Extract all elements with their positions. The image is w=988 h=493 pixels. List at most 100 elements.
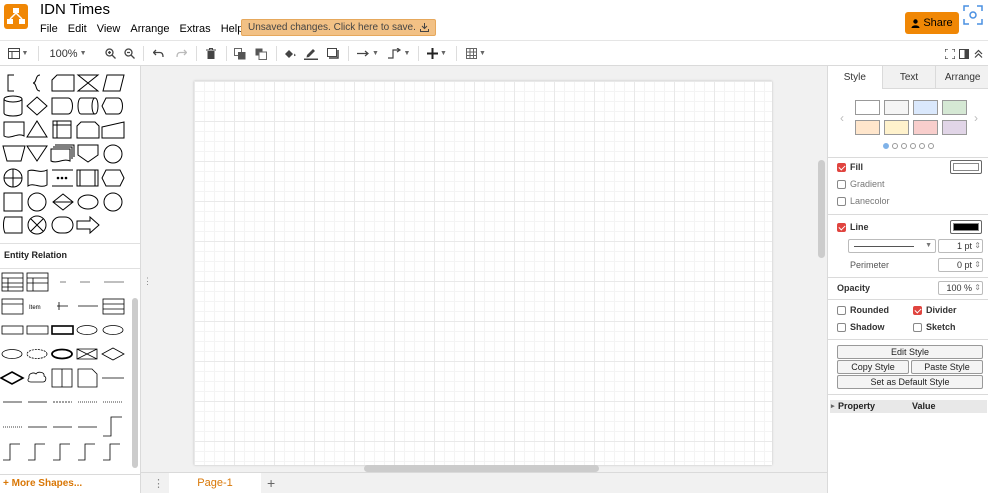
menu-file[interactable]: File (40, 22, 58, 36)
list-shape[interactable] (1, 298, 24, 315)
to-back-button[interactable] (254, 45, 268, 62)
insert-button[interactable]: ▼ (425, 45, 449, 62)
menu-arrange[interactable]: Arrange (130, 22, 169, 36)
table-button[interactable]: ▼ (464, 45, 488, 62)
copy-style-button[interactable]: Copy Style (837, 360, 909, 374)
merge-shape[interactable] (26, 145, 48, 162)
style-swatch[interactable] (913, 120, 938, 135)
style-swatch[interactable] (942, 100, 967, 115)
er-elbow-connector-1[interactable] (103, 416, 122, 437)
card-shape[interactable] (51, 74, 75, 92)
divider-checkbox[interactable] (913, 305, 922, 315)
extract-shape[interactable] (26, 120, 48, 138)
summing-junction-shape[interactable] (103, 192, 123, 212)
entity-bold-shape[interactable] (51, 325, 74, 335)
relationship-bold-shape[interactable] (0, 371, 25, 385)
paper-tape-shape[interactable] (27, 169, 48, 188)
pager-dot[interactable] (892, 143, 898, 149)
chevron-right-icon[interactable]: ▸ (831, 400, 835, 413)
paste-style-button[interactable]: Paste Style (911, 360, 983, 374)
set-default-style-button[interactable]: Set as Default Style (837, 375, 983, 389)
menu-view[interactable]: View (97, 22, 121, 36)
waypoints-button[interactable]: ▼ (386, 45, 412, 62)
canvas-horizontal-scrollbar[interactable] (364, 465, 599, 472)
document-title[interactable]: IDN Times (40, 1, 110, 18)
terminator-rounded-shape[interactable] (51, 216, 74, 234)
tab-style[interactable]: Style (828, 66, 882, 89)
rectangle-shape[interactable] (3, 192, 23, 212)
style-swatch[interactable] (942, 120, 967, 135)
section-title-entity-relation[interactable]: Entity Relation (4, 250, 67, 260)
on-page-reference-shape[interactable] (103, 144, 123, 164)
manual-input-shape[interactable] (101, 121, 125, 139)
summing-junction-x-shape[interactable] (27, 215, 47, 235)
zoom-out-button[interactable] (122, 45, 136, 62)
display-shape[interactable] (101, 97, 123, 115)
database-shape[interactable] (3, 95, 23, 117)
table-alt-shape[interactable] (26, 272, 49, 292)
preparation-shape[interactable] (101, 169, 125, 187)
manual-operation-shape[interactable] (2, 145, 26, 162)
line-style-select[interactable]: ▼ (848, 239, 936, 253)
er-elbow-connector-2[interactable] (3, 443, 20, 461)
style-swatch[interactable] (855, 100, 880, 115)
cloud-shape[interactable] (27, 371, 47, 383)
internal-storage-shape[interactable] (52, 120, 72, 139)
relationship-weak-shape[interactable] (76, 348, 98, 360)
unsaved-changes-button[interactable]: Unsaved changes. Click here to save. (241, 19, 436, 36)
diagram-canvas[interactable] (141, 66, 827, 472)
attribute-key-shape[interactable] (1, 349, 23, 359)
menu-edit[interactable]: Edit (68, 22, 87, 36)
style-swatch[interactable] (913, 100, 938, 115)
shadow-checkbox[interactable] (837, 322, 846, 332)
connection-style-button[interactable]: ▼ (356, 45, 380, 62)
decision-shape[interactable] (26, 96, 48, 116)
fill-color-picker[interactable] (950, 160, 982, 174)
more-shapes-button[interactable]: + More Shapes... (0, 474, 140, 493)
er-elbow-connector-6[interactable] (103, 443, 120, 461)
chevron-right-icon[interactable]: › (974, 111, 978, 125)
format-panel-toggle[interactable] (958, 45, 970, 62)
attribute-shape[interactable] (76, 325, 98, 335)
annotation-shape[interactable] (7, 74, 14, 92)
fullscreen-button[interactable] (944, 45, 956, 62)
delay-shape[interactable] (51, 97, 73, 115)
pager-dot[interactable] (910, 143, 916, 149)
line-color-button[interactable] (303, 45, 319, 62)
relationship-shape[interactable] (101, 347, 125, 361)
sidebar-scrollbar[interactable] (132, 298, 138, 468)
sort-shape[interactable] (52, 193, 74, 211)
attribute-ellipse-shape[interactable] (102, 325, 124, 335)
shadow-button[interactable] (326, 45, 340, 62)
perimeter-input[interactable]: 0 pt (938, 258, 983, 272)
er-elbow-connector-5[interactable] (78, 443, 95, 461)
entity-shape[interactable] (1, 325, 24, 335)
menu-help[interactable]: Help (221, 22, 244, 36)
collapse-button[interactable] (972, 45, 984, 62)
edit-style-button[interactable]: Edit Style (837, 345, 983, 359)
or-shape[interactable] (3, 168, 23, 188)
pager-dot[interactable] (919, 143, 925, 149)
door-shape[interactable] (51, 368, 73, 388)
pages-menu-icon[interactable]: ⋮ (153, 477, 164, 490)
er-relation-shape[interactable] (57, 302, 68, 310)
opacity-input[interactable]: 100 % (938, 281, 983, 295)
collate-shape[interactable] (76, 74, 100, 92)
fill-color-button[interactable] (283, 45, 297, 62)
zoom-in-button[interactable] (103, 45, 117, 62)
sketch-checkbox[interactable] (913, 322, 922, 332)
entity-weak-shape[interactable] (26, 325, 49, 335)
lanecolor-checkbox[interactable] (837, 196, 846, 206)
attribute-multivalue-shape[interactable] (51, 348, 73, 360)
gradient-checkbox[interactable] (837, 179, 846, 189)
fill-checkbox[interactable] (837, 162, 846, 172)
brace-shape[interactable] (32, 74, 41, 92)
data-shape[interactable] (102, 74, 125, 92)
direct-data-shape[interactable] (77, 97, 99, 115)
diagram-page[interactable] (194, 81, 772, 465)
sort-circle-shape[interactable] (27, 192, 47, 212)
add-page-icon[interactable]: + (267, 475, 275, 491)
to-front-button[interactable] (233, 45, 247, 62)
table-shape[interactable] (1, 272, 24, 292)
predefined-process-shape[interactable] (52, 169, 73, 187)
